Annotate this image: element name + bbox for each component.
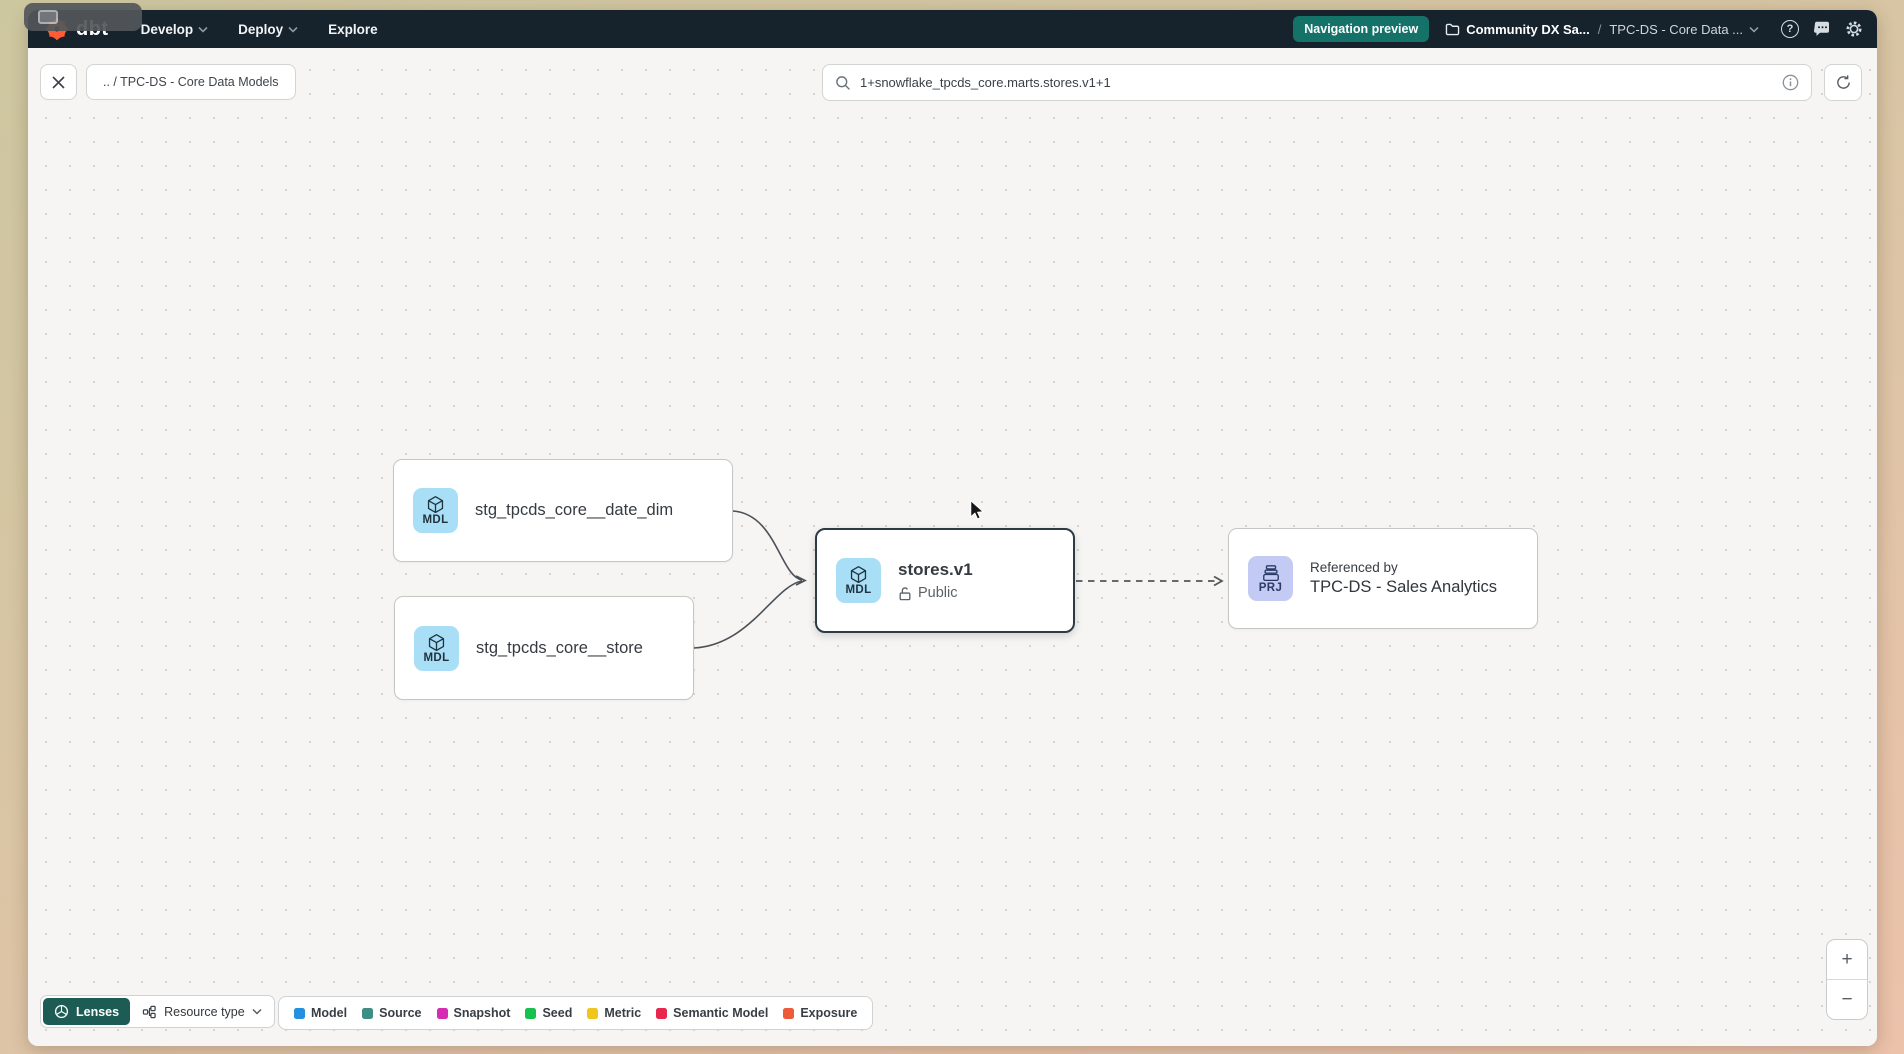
settings-gear-icon[interactable] <box>1845 20 1863 38</box>
legend-swatch <box>783 1008 794 1019</box>
legend-item-model: Model <box>294 1006 347 1020</box>
navbar-right: Navigation preview Community DX Sa... / … <box>1293 16 1863 42</box>
legend-item-metric: Metric <box>587 1006 641 1020</box>
node-stg-tpcds-core-date-dim[interactable]: MDL stg_tpcds_core__date_dim <box>393 459 733 562</box>
legend-item-exposure: Exposure <box>783 1006 857 1020</box>
legend-item-source: Source <box>362 1006 421 1020</box>
legend-label: Snapshot <box>454 1006 511 1020</box>
access-label: Public <box>918 585 958 601</box>
chevron-down-icon <box>288 26 298 33</box>
app-window: dbt Develop Deploy Explore Navigation pr… <box>28 10 1877 1046</box>
model-badge: MDL <box>414 626 459 671</box>
help-icon[interactable]: ? <box>1781 20 1799 38</box>
zoom-in-button[interactable]: + <box>1827 940 1867 979</box>
lenses-label: Lenses <box>76 1005 119 1019</box>
badge-label: PRJ <box>1259 582 1283 594</box>
node-label: stg_tpcds_core__date_dim <box>475 501 673 520</box>
account-name: Community DX Sa... <box>1466 22 1590 37</box>
search-icon <box>835 75 851 91</box>
legend-item-snapshot: Snapshot <box>437 1006 511 1020</box>
lineage-breadcrumb[interactable]: .. / TPC-DS - Core Data Models <box>86 64 296 100</box>
mouse-cursor <box>968 500 986 520</box>
node-text: Referenced by TPC-DS - Sales Analytics <box>1310 560 1497 597</box>
cube-icon <box>425 495 446 515</box>
badge-label: MDL <box>423 652 449 664</box>
legend-swatch <box>587 1008 598 1019</box>
node-stg-tpcds-core-store[interactable]: MDL stg_tpcds_core__store <box>394 596 694 700</box>
legend-swatch <box>294 1008 305 1019</box>
menu-deploy-label: Deploy <box>238 22 283 37</box>
lineage-search[interactable] <box>822 64 1812 101</box>
node-label: stg_tpcds_core__store <box>476 639 643 658</box>
legend-swatch <box>525 1008 536 1019</box>
cube-icon <box>848 565 869 585</box>
breadcrumb: Community DX Sa... / TPC-DS - Core Data … <box>1445 22 1759 37</box>
feedback-icon[interactable] <box>1813 21 1831 38</box>
menu-develop-label: Develop <box>141 22 194 37</box>
model-badge: MDL <box>836 558 881 603</box>
lens-controls: Lenses Resource type <box>40 995 275 1028</box>
menu-explore[interactable]: Explore <box>328 22 378 37</box>
node-label: stores.v1 <box>898 560 973 580</box>
main-menu: Develop Deploy Explore <box>141 22 378 37</box>
folder-icon <box>1445 23 1460 36</box>
refresh-button[interactable] <box>1824 64 1862 101</box>
stack-icon <box>1261 564 1281 583</box>
unlock-icon <box>898 586 912 601</box>
model-badge: MDL <box>413 488 458 533</box>
legend-item-seed: Seed <box>525 1006 572 1020</box>
screen-share-chip <box>24 3 142 31</box>
breadcrumb-separator: / <box>1598 22 1602 37</box>
node-label: TPC-DS - Sales Analytics <box>1310 578 1497 597</box>
resource-legend: Model Source Snapshot Seed Metric Semant… <box>278 996 873 1030</box>
legend-label: Model <box>311 1006 347 1020</box>
chevron-down-icon <box>198 26 208 33</box>
navigation-preview-badge[interactable]: Navigation preview <box>1293 16 1429 42</box>
node-text: stores.v1 Public <box>898 560 973 601</box>
close-icon <box>52 76 65 89</box>
navbar-icons: ? <box>1781 20 1863 38</box>
info-icon[interactable] <box>1782 74 1799 91</box>
zoom-controls: + − <box>1826 939 1868 1020</box>
legend-item-semantic-model: Semantic Model <box>656 1006 768 1020</box>
zoom-out-button[interactable]: − <box>1827 980 1867 1019</box>
project-breadcrumb[interactable]: TPC-DS - Core Data ... <box>1609 22 1759 37</box>
cube-icon <box>426 633 447 653</box>
resource-type-icon <box>142 1005 157 1019</box>
node-sublabel: Referenced by <box>1310 560 1497 575</box>
lenses-button[interactable]: Lenses <box>43 998 130 1025</box>
node-tpcds-sales-analytics[interactable]: PRJ Referenced by TPC-DS - Sales Analyti… <box>1228 528 1538 629</box>
window-icon <box>38 10 58 24</box>
lens-icon <box>54 1004 69 1019</box>
legend-label: Semantic Model <box>673 1006 768 1020</box>
menu-develop[interactable]: Develop <box>141 22 209 37</box>
legend-label: Source <box>379 1006 421 1020</box>
legend-label: Seed <box>542 1006 572 1020</box>
chevron-down-icon <box>252 1008 262 1015</box>
project-badge: PRJ <box>1248 556 1293 601</box>
close-button[interactable] <box>40 64 77 100</box>
menu-explore-label: Explore <box>328 22 378 37</box>
resource-type-label: Resource type <box>164 1005 245 1019</box>
node-stores-v1[interactable]: MDL stores.v1 Public <box>815 528 1075 633</box>
legend-swatch <box>437 1008 448 1019</box>
search-input[interactable] <box>860 75 1773 90</box>
access-row: Public <box>898 585 973 601</box>
resource-type-dropdown[interactable]: Resource type <box>132 998 272 1025</box>
legend-swatch <box>656 1008 667 1019</box>
chevron-down-icon <box>1749 26 1759 33</box>
badge-label: MDL <box>422 514 448 526</box>
legend-label: Metric <box>604 1006 641 1020</box>
refresh-icon <box>1835 74 1852 91</box>
project-name: TPC-DS - Core Data ... <box>1609 22 1743 37</box>
top-navbar: dbt Develop Deploy Explore Navigation pr… <box>28 10 1877 48</box>
lineage-canvas[interactable]: .. / TPC-DS - Core Data Models <box>28 48 1877 1046</box>
menu-deploy[interactable]: Deploy <box>238 22 298 37</box>
account-breadcrumb[interactable]: Community DX Sa... <box>1445 22 1590 37</box>
legend-label: Exposure <box>800 1006 857 1020</box>
badge-label: MDL <box>845 584 871 596</box>
legend-swatch <box>362 1008 373 1019</box>
